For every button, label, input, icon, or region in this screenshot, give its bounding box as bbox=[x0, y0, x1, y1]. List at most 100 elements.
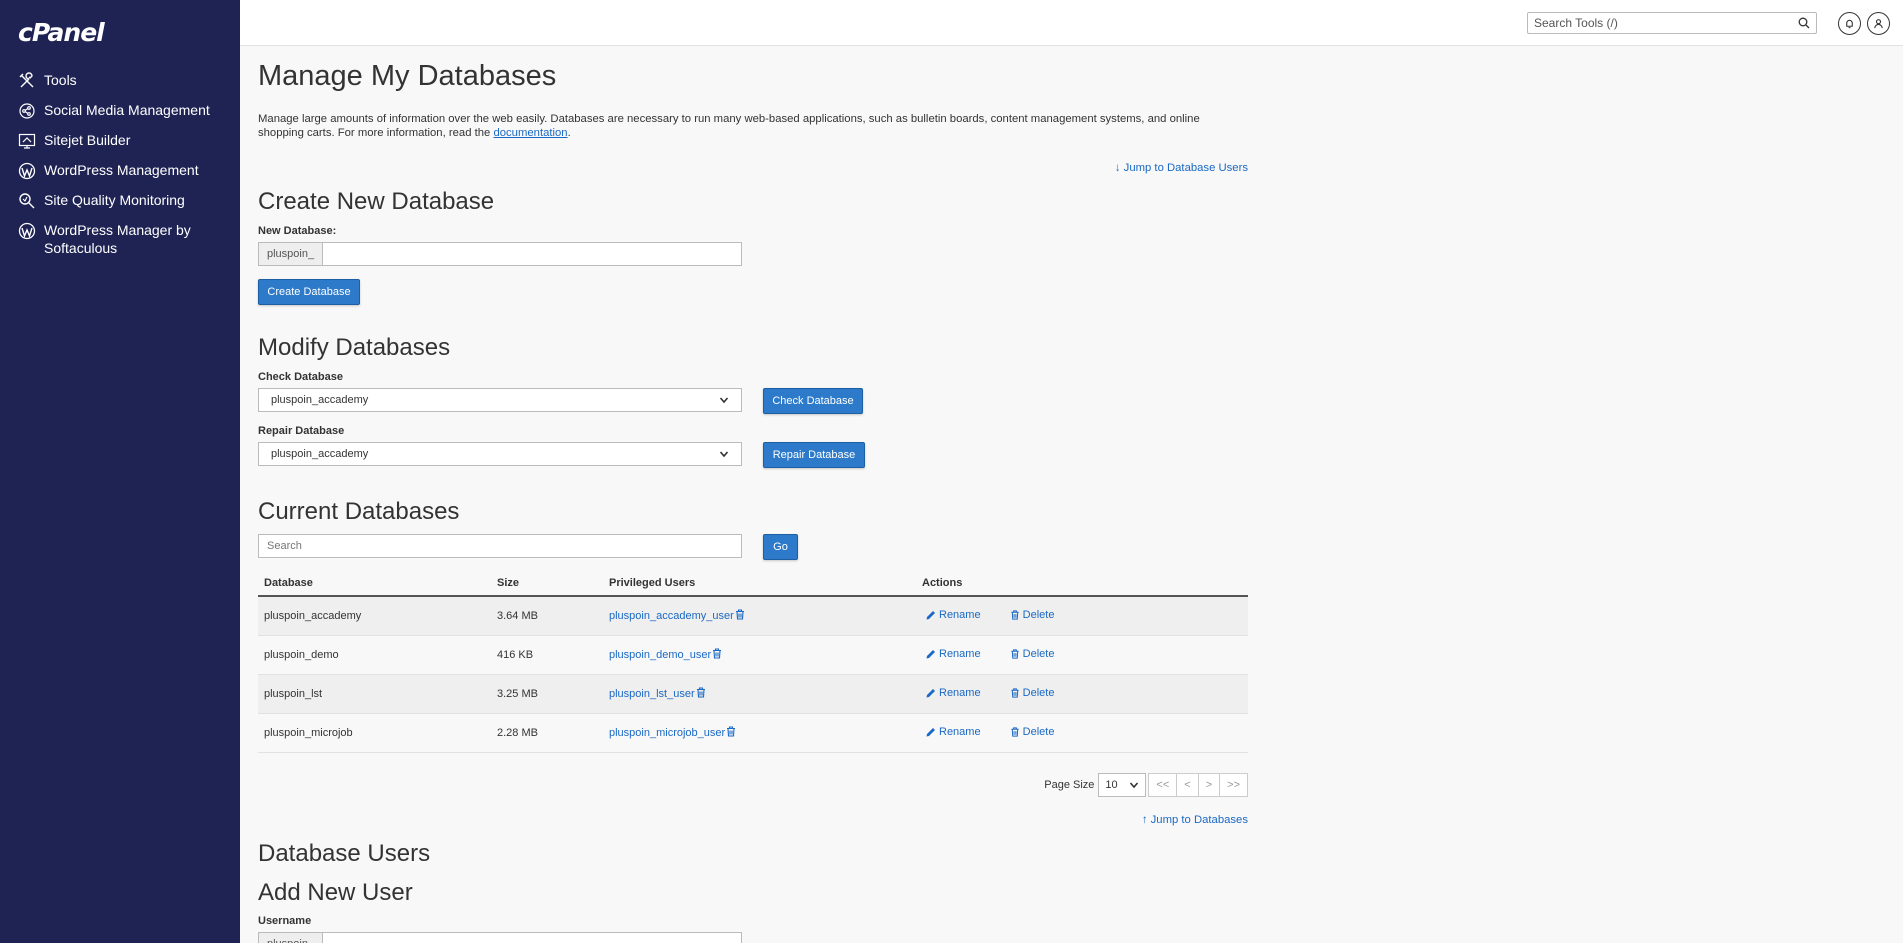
username-label: Username bbox=[258, 915, 312, 927]
wordpress-icon bbox=[18, 162, 36, 180]
wordpress-icon bbox=[18, 222, 36, 240]
database-name: pluspoin_accademy bbox=[258, 596, 491, 636]
check-database-button[interactable]: Check Database bbox=[763, 388, 863, 414]
repair-database-select[interactable]: pluspoin_accademy bbox=[258, 442, 742, 466]
sidebar-item-social-media[interactable]: Social Media Management bbox=[0, 98, 240, 128]
rename-button[interactable]: Rename bbox=[926, 726, 981, 738]
current-databases-heading: Current Databases bbox=[258, 498, 460, 525]
database-prefix: pluspoin_ bbox=[259, 243, 324, 265]
username-input[interactable] bbox=[323, 933, 741, 943]
sidebar: cPanel Tools Social Media Management Sit… bbox=[0, 0, 240, 943]
sidebar-item-label: Sitejet Builder bbox=[44, 132, 131, 148]
previous-page-button[interactable]: < bbox=[1176, 773, 1199, 797]
sidebar-item-sitejet[interactable]: Sitejet Builder bbox=[0, 128, 240, 158]
trash-icon[interactable] bbox=[696, 687, 706, 698]
page-size-select[interactable]: 10 bbox=[1098, 773, 1147, 797]
magnifier-icon bbox=[18, 192, 36, 210]
table-row: pluspoin_microjob 2.28 MB pluspoin_micro… bbox=[258, 713, 1248, 753]
table-header-row: Database Size Privileged Users Actions bbox=[258, 571, 1248, 597]
next-page-button[interactable]: > bbox=[1197, 773, 1221, 797]
chevron-down-icon bbox=[719, 397, 729, 404]
database-size: 3.64 MB bbox=[491, 596, 603, 636]
database-size: 3.25 MB bbox=[491, 674, 603, 714]
sidebar-nav: Tools Social Media Management Sitejet Bu… bbox=[0, 68, 240, 264]
sidebar-item-label: Site Quality Monitoring bbox=[44, 192, 185, 208]
column-header-database[interactable]: Database bbox=[258, 571, 491, 597]
new-database-input[interactable] bbox=[323, 243, 741, 265]
trash-icon bbox=[1011, 610, 1019, 620]
sidebar-item-wordpress-softaculous[interactable]: WordPress Manager by Softaculous bbox=[0, 218, 240, 264]
sidebar-item-site-quality[interactable]: Site Quality Monitoring bbox=[0, 188, 240, 218]
new-database-label: New Database: bbox=[258, 225, 337, 237]
sidebar-item-tools[interactable]: Tools bbox=[0, 68, 240, 98]
tool-search-box[interactable] bbox=[1527, 12, 1817, 34]
top-bar bbox=[240, 0, 1903, 46]
cpanel-logo[interactable]: cPanel bbox=[18, 18, 105, 47]
social-media-icon bbox=[18, 102, 36, 120]
privileged-user-cell: pluspoin_accademy_user bbox=[603, 596, 916, 636]
sidebar-item-wordpress-management[interactable]: WordPress Management bbox=[0, 158, 240, 188]
privileged-user-link[interactable]: pluspoin_lst_user bbox=[609, 688, 695, 700]
rename-button[interactable]: Rename bbox=[926, 648, 981, 660]
username-prefix: pluspoin_ bbox=[259, 933, 324, 943]
rename-button[interactable]: Rename bbox=[926, 687, 981, 699]
database-users-heading: Database Users bbox=[258, 840, 431, 867]
column-header-size[interactable]: Size bbox=[491, 571, 603, 597]
documentation-link[interactable]: documentation bbox=[493, 127, 567, 139]
column-header-privileged-users: Privileged Users bbox=[603, 571, 916, 597]
check-database-select[interactable]: pluspoin_accademy bbox=[258, 388, 742, 412]
trash-icon bbox=[1011, 648, 1019, 659]
privileged-user-cell: pluspoin_microjob_user bbox=[603, 713, 916, 753]
create-database-button[interactable]: Create Database bbox=[258, 279, 360, 305]
notifications-button[interactable] bbox=[1838, 12, 1861, 35]
tools-icon bbox=[18, 72, 36, 90]
rename-label: Rename bbox=[939, 608, 981, 621]
chevron-down-icon bbox=[719, 451, 729, 458]
delete-label: Delete bbox=[1022, 725, 1055, 738]
pencil-icon bbox=[926, 688, 935, 697]
jump-to-users-link[interactable]: ↓ Jump to Database Users bbox=[1115, 162, 1248, 174]
delete-button[interactable]: Delete bbox=[1010, 686, 1055, 699]
intro-body: Manage large amounts of information over… bbox=[258, 113, 1200, 139]
delete-label: Delete bbox=[1022, 686, 1055, 699]
last-page-button[interactable]: >> bbox=[1219, 773, 1248, 797]
jump-to-databases-label: Jump to Databases bbox=[1150, 814, 1248, 826]
rename-label: Rename bbox=[939, 686, 981, 699]
jump-to-databases-link[interactable]: ↑ Jump to Databases bbox=[1142, 814, 1248, 826]
trash-icon[interactable] bbox=[735, 609, 745, 620]
trash-icon[interactable] bbox=[726, 726, 736, 737]
go-button[interactable]: Go bbox=[763, 534, 798, 560]
search-icon[interactable] bbox=[1798, 17, 1810, 29]
page-title: Manage My Databases bbox=[258, 60, 557, 92]
sidebar-item-label: Social Media Management bbox=[44, 102, 210, 118]
rename-button[interactable]: Rename bbox=[926, 609, 981, 621]
privileged-user-cell: pluspoin_demo_user bbox=[603, 635, 916, 675]
delete-button[interactable]: Delete bbox=[1010, 608, 1055, 621]
sidebar-item-label: Tools bbox=[44, 72, 77, 88]
table-row: pluspoin_lst 3.25 MB pluspoin_lst_user R… bbox=[258, 674, 1248, 714]
user-menu-button[interactable] bbox=[1867, 12, 1890, 35]
first-page-button[interactable]: << bbox=[1148, 773, 1178, 797]
database-name: pluspoin_microjob bbox=[258, 713, 491, 753]
username-field: pluspoin_ bbox=[258, 932, 742, 943]
trash-icon bbox=[1011, 687, 1019, 698]
trash-icon[interactable] bbox=[712, 648, 722, 659]
privileged-user-link[interactable]: pluspoin_microjob_user bbox=[609, 727, 725, 739]
table-row: pluspoin_demo 416 KB pluspoin_demo_user … bbox=[258, 635, 1248, 675]
actions-cell: Rename Delete bbox=[916, 713, 1248, 753]
intro-end: . bbox=[567, 127, 571, 139]
database-search-input[interactable] bbox=[258, 534, 742, 558]
pagination: Page Size 10 << < > >> bbox=[1044, 773, 1248, 797]
delete-label: Delete bbox=[1022, 608, 1055, 621]
delete-button[interactable]: Delete bbox=[1010, 648, 1054, 660]
tool-search-input[interactable] bbox=[1534, 16, 1798, 30]
repair-database-button[interactable]: Repair Database bbox=[763, 442, 865, 468]
database-size: 416 KB bbox=[491, 635, 603, 675]
create-database-heading: Create New Database bbox=[258, 188, 495, 215]
repair-database-selected: pluspoin_accademy bbox=[271, 448, 369, 460]
actions-cell: Rename Delete bbox=[916, 635, 1248, 675]
check-database-selected: pluspoin_accademy bbox=[271, 394, 369, 406]
privileged-user-link[interactable]: pluspoin_demo_user bbox=[609, 649, 711, 661]
privileged-user-link[interactable]: pluspoin_accademy_user bbox=[609, 610, 734, 622]
delete-button[interactable]: Delete bbox=[1010, 725, 1055, 738]
